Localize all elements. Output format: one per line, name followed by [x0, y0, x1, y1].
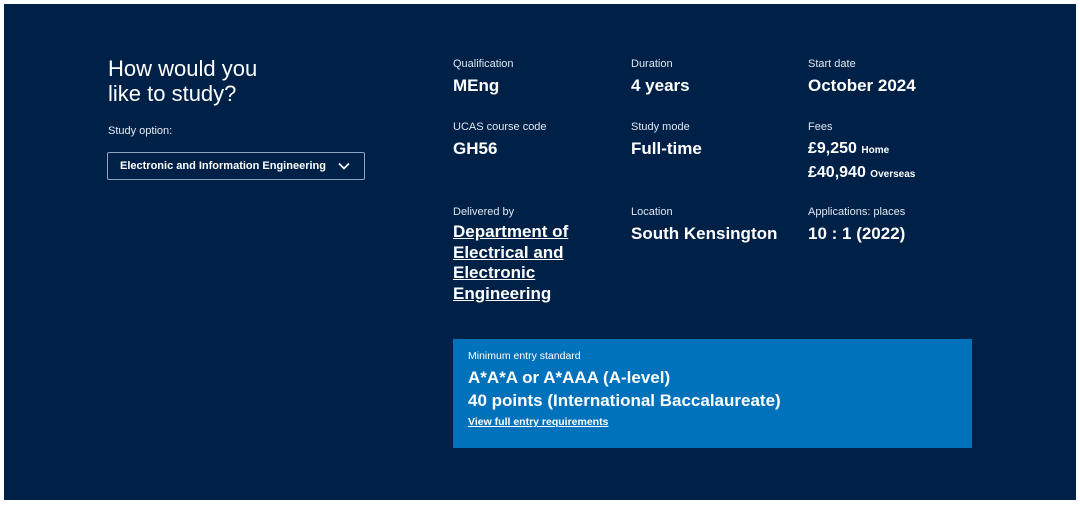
department-link[interactable]: Department of Electrical and Electronic … [453, 222, 593, 304]
fact-ucas-code: UCAS course code GH56 [453, 120, 547, 159]
study-option-value: Electronic and Information Engineering [120, 160, 326, 172]
study-options-panel: How would you like to study? Study optio… [4, 4, 1076, 500]
entry-requirements-box: Minimum entry standard A*A*A or A*AAA (A… [453, 339, 972, 448]
duration-label: Duration [631, 58, 673, 70]
fact-fees: Fees £9,250 Home £40,940 Overseas [808, 120, 915, 186]
fact-applications: Applications: places 10 : 1 (2022) [808, 205, 905, 244]
study-option-select[interactable]: Electronic and Information Engineering [107, 152, 365, 180]
fee-overseas-suffix: Overseas [870, 169, 916, 180]
fact-start-date: Start date October 2024 [808, 57, 916, 96]
heading-line-2: like to study? [108, 81, 237, 106]
fee-home-amount: £9,250 [808, 140, 857, 157]
ucas-code-value: GH56 [453, 139, 498, 158]
entry-requirements-link[interactable]: View full entry requirements [468, 416, 608, 428]
fact-delivered-by: Delivered by Department of Electrical an… [453, 205, 593, 304]
location-value: South Kensington [631, 224, 778, 243]
study-mode-value: Full-time [631, 139, 702, 158]
start-date-value: October 2024 [808, 76, 916, 95]
delivered-by-label: Delivered by [453, 206, 515, 218]
fees-label: Fees [808, 121, 833, 133]
entry-a-level: A*A*A or A*AAA (A-level) [468, 368, 671, 387]
location-label: Location [631, 206, 673, 218]
fee-home: £9,250 Home [808, 138, 915, 162]
entry-ib: 40 points (International Baccalaureate) [468, 391, 781, 410]
ucas-code-label: UCAS course code [453, 121, 547, 133]
heading-line-1: How would you [108, 56, 258, 81]
study-option-label: Study option: [108, 125, 173, 137]
fact-location: Location South Kensington [631, 205, 777, 244]
section-heading: How would you like to study? [108, 56, 328, 106]
fact-qualification: Qualification MEng [453, 57, 514, 96]
fee-home-suffix: Home [861, 145, 890, 156]
qualification-label: Qualification [453, 58, 514, 70]
applications-value: 10 : 1 (2022) [808, 224, 906, 243]
start-date-label: Start date [808, 58, 856, 70]
fee-overseas-amount: £40,940 [808, 164, 866, 181]
entry-label: Minimum entry standard [468, 350, 581, 362]
chevron-down-icon [338, 162, 350, 170]
fact-study-mode: Study mode Full-time [631, 120, 702, 159]
fee-overseas: £40,940 Overseas [808, 162, 915, 186]
qualification-value: MEng [453, 76, 500, 95]
study-mode-label: Study mode [631, 121, 690, 133]
duration-value: 4 years [631, 76, 690, 95]
applications-label: Applications: places [808, 206, 906, 218]
fact-duration: Duration 4 years [631, 57, 690, 96]
